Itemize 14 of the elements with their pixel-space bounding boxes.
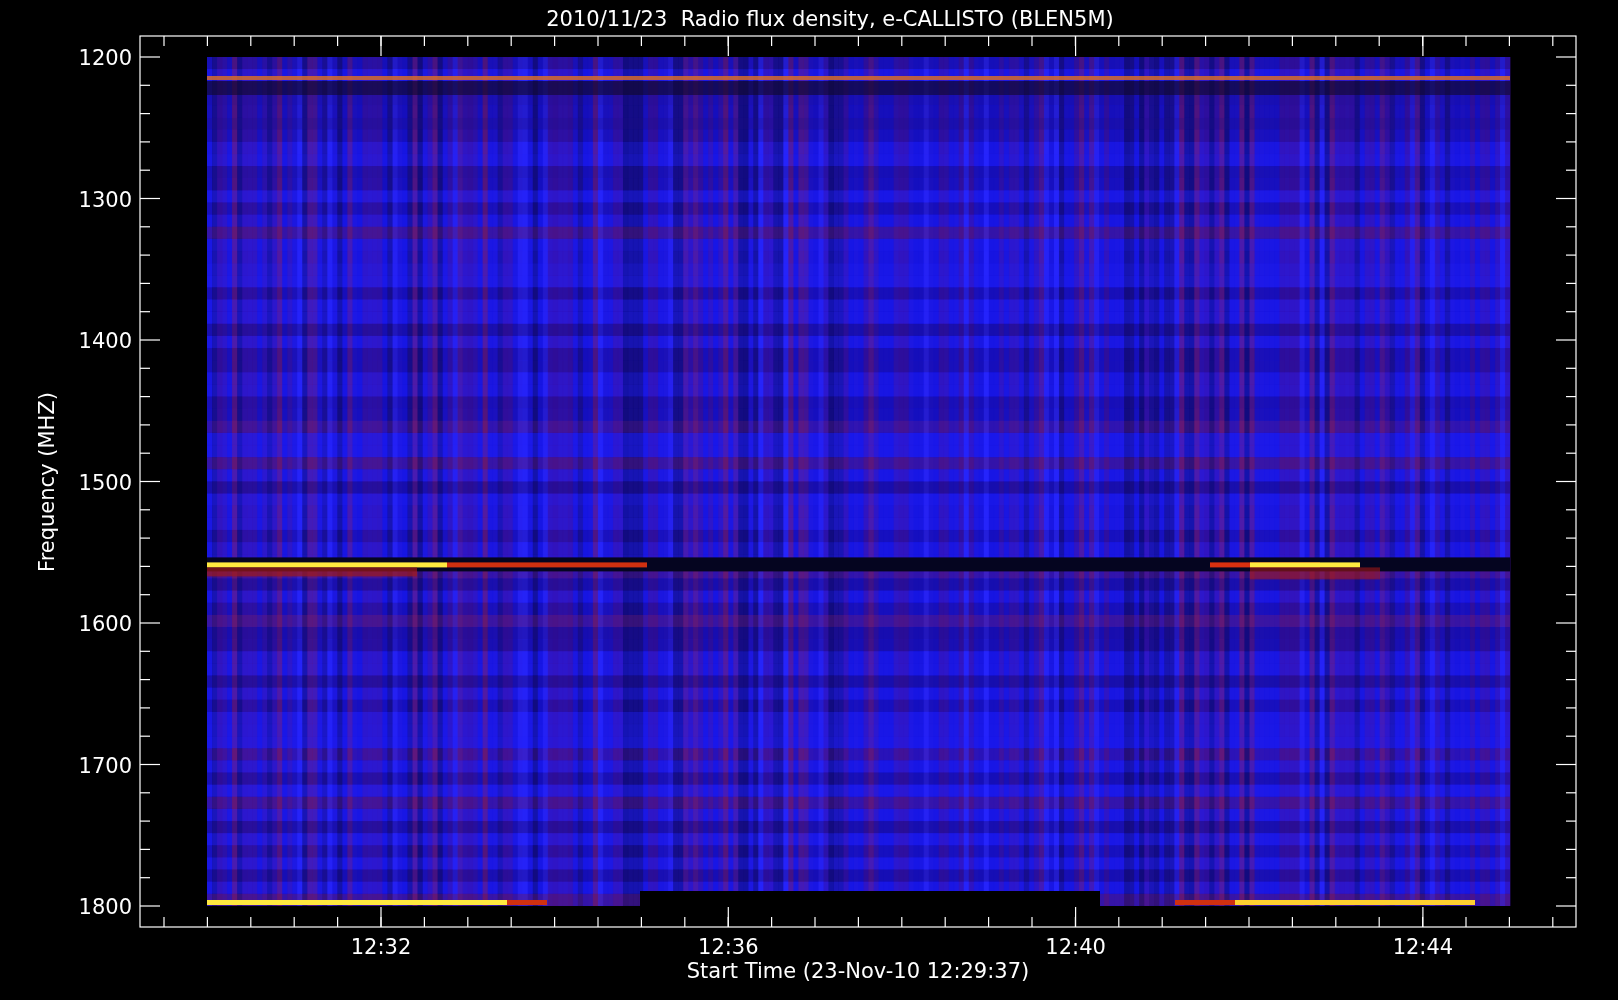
- x-tick-label: 12:36: [698, 935, 759, 959]
- x-tick-label: 12:44: [1392, 935, 1454, 959]
- x-tick-label: 12:40: [1045, 935, 1106, 959]
- y-tick-label: 1500: [78, 470, 132, 495]
- x-tick-label: 12:32: [350, 935, 412, 959]
- y-tick-label: 1600: [78, 612, 132, 636]
- chart-title: 2010/11/23 Radio flux density, e-CALLISTO (BLEN5M): [546, 7, 1114, 31]
- y-tick-label: 1800: [78, 895, 132, 919]
- y-tick-label: 1400: [78, 329, 132, 353]
- y-tick-label: 1300: [78, 187, 132, 212]
- y-axis-label: Frequency (MHZ): [35, 392, 59, 572]
- y-tick-label: 1200: [78, 46, 132, 70]
- x-axis-label: Start Time (23-Nov-10 12:29:37): [686, 959, 1030, 983]
- y-tick-label: 1700: [78, 753, 132, 778]
